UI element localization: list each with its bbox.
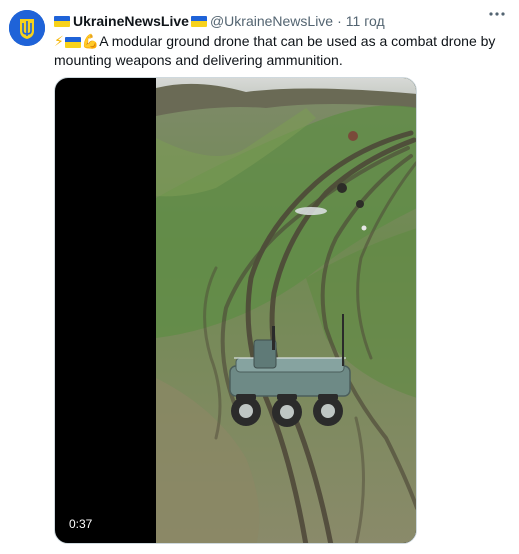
tweet-card[interactable]: UkraineNewsLive @UkraineNewsLive · 11 го…	[0, 0, 519, 554]
post-time[interactable]: 11 год	[346, 13, 385, 29]
tweet-text-block: ⚡ 💪A modular ground drone that can be use…	[54, 32, 509, 70]
video-player[interactable]: 0:37	[54, 77, 417, 544]
lightning-icon: ⚡	[54, 33, 64, 49]
flexed-biceps-icon: 💪	[81, 33, 100, 49]
coat-of-arms-icon	[9, 10, 45, 46]
author-handle[interactable]: @UkraineNewsLive	[210, 13, 333, 29]
author-name[interactable]: UkraineNewsLive	[73, 13, 189, 29]
tweet-header: UkraineNewsLive @UkraineNewsLive · 11 го…	[54, 12, 385, 30]
ukraine-flag-icon	[190, 15, 207, 27]
video-thumbnail	[156, 78, 416, 543]
more-options-icon[interactable]	[487, 9, 507, 25]
video-duration: 0:37	[63, 515, 99, 533]
ukraine-flag-icon	[64, 36, 81, 48]
separator-dot: ·	[337, 13, 342, 29]
avatar[interactable]	[9, 10, 45, 46]
ukraine-flag-icon	[54, 15, 70, 27]
video-frame[interactable]	[156, 78, 416, 543]
tweet-text: A modular ground drone that can be used …	[54, 33, 496, 68]
